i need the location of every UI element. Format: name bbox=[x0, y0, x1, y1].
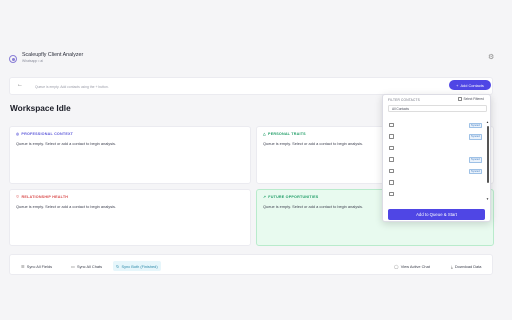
list-item[interactable]: Synced bbox=[387, 121, 482, 129]
sync-all-chats-label: Sync All Chats bbox=[76, 263, 103, 269]
add-contacts-button[interactable]: + Add Contacts bbox=[449, 80, 491, 90]
add-contacts-label: Add Contacts bbox=[460, 82, 484, 88]
select-filtered-toggle[interactable]: Select Filtered bbox=[458, 97, 484, 101]
view-active-chat-label: View Active Chat bbox=[400, 263, 430, 269]
target-icon: ◎ bbox=[16, 132, 20, 136]
add-to-queue-button[interactable]: Add to Queue & Start bbox=[388, 209, 485, 220]
download-icon: ⤓ bbox=[451, 263, 453, 269]
contact-list: Synced Synced Synced Synced bbox=[387, 121, 482, 201]
queue-input[interactable] bbox=[35, 81, 395, 92]
contact-checkbox[interactable] bbox=[389, 168, 394, 173]
queue-bar: ← bbox=[9, 77, 493, 95]
card-title-text: PROFESSIONAL CONTEXT bbox=[21, 132, 74, 136]
scroll-down-icon[interactable]: ▼ bbox=[486, 198, 489, 201]
download-data-button[interactable]: ⤓ Download Data bbox=[448, 261, 484, 271]
list-item[interactable]: Synced bbox=[387, 167, 482, 175]
relationship-health-card: ♡ RELATIONSHIP HEALTH Queue is empty. Se… bbox=[9, 189, 251, 246]
professional-context-card: ◎ PROFESSIONAL CONTEXT Queue is empty. S… bbox=[9, 126, 251, 184]
card-title: ↗ FUTURE OPPORTUNITIES bbox=[263, 195, 318, 199]
contact-checkbox[interactable] bbox=[389, 191, 394, 196]
card-body: Queue is empty. Select or add a contact … bbox=[263, 141, 364, 146]
sync-all-chats-button[interactable]: ▭ Sync All Chats bbox=[68, 261, 105, 271]
list-item[interactable] bbox=[387, 179, 482, 187]
action-footer: ☰ Sync All Fields ▭ Sync All Chats ↻ Syn… bbox=[9, 254, 493, 275]
refresh-icon: ↻ bbox=[116, 263, 120, 269]
heart-icon: ♡ bbox=[16, 195, 20, 199]
synced-badge: Synced bbox=[469, 168, 482, 175]
sync-all-fields-label: Sync All Fields bbox=[26, 263, 53, 269]
card-body: Queue is empty. Select or add a contact … bbox=[16, 141, 117, 146]
app-subtitle: Whatsapp • ai bbox=[22, 59, 43, 63]
card-title-text: RELATIONSHIP HEALTH bbox=[21, 195, 69, 199]
card-body: Queue is empty. Select or add a contact … bbox=[16, 204, 117, 209]
select-filtered-checkbox[interactable] bbox=[458, 97, 462, 101]
sliders-icon: ☰ bbox=[21, 263, 25, 269]
synced-badge: Synced bbox=[469, 134, 482, 140]
sync-all-fields-button[interactable]: ☰ Sync All Fields bbox=[18, 261, 55, 271]
view-active-chat-button[interactable]: ◯ View Active Chat bbox=[391, 261, 433, 271]
filter-contacts-label: FILTER CONTACTS bbox=[388, 98, 420, 102]
chat-icon: ▭ bbox=[71, 263, 75, 269]
back-arrow-icon[interactable]: ← bbox=[17, 82, 23, 88]
contact-checkbox[interactable] bbox=[389, 134, 394, 139]
scroll-up-icon[interactable]: ▲ bbox=[486, 121, 489, 124]
contact-checkbox[interactable] bbox=[389, 180, 394, 185]
contact-checkbox[interactable] bbox=[389, 157, 394, 162]
chat-bubble-icon: ◯ bbox=[394, 263, 399, 269]
list-item[interactable]: Synced bbox=[387, 156, 482, 164]
list-item[interactable] bbox=[387, 190, 482, 198]
triangle-icon: △ bbox=[263, 132, 267, 136]
contact-checkbox[interactable] bbox=[389, 122, 394, 127]
synced-badge: Synced bbox=[469, 157, 482, 163]
contacts-dropdown: FILTER CONTACTS Select Filtered All Cont… bbox=[382, 94, 491, 222]
filter-select[interactable]: All Contacts bbox=[388, 105, 487, 112]
scrollbar-thumb[interactable] bbox=[486, 126, 489, 183]
card-title-text: FUTURE OPPORTUNITIES bbox=[268, 195, 319, 199]
card-title: △ PERSONAL TRAITS bbox=[263, 132, 306, 136]
page-title: Workspace Idle bbox=[10, 103, 71, 113]
app-title: Scaleupfly Client Analyzer bbox=[22, 52, 84, 58]
card-title: ♡ RELATIONSHIP HEALTH bbox=[16, 195, 68, 199]
select-filtered-label: Select Filtered bbox=[463, 97, 484, 101]
trend-up-icon: ↗ bbox=[263, 195, 267, 199]
app-header: Scaleupfly Client Analyzer Whatsapp • ai… bbox=[0, 48, 512, 70]
list-scrollbar[interactable]: ▲ ▼ bbox=[486, 121, 489, 201]
sync-both-label: Sync Both (Finished) bbox=[121, 263, 158, 269]
list-item[interactable] bbox=[387, 144, 482, 152]
card-title: ◎ PROFESSIONAL CONTEXT bbox=[16, 132, 73, 136]
synced-badge: Synced bbox=[469, 122, 482, 129]
list-item[interactable]: Synced bbox=[387, 133, 482, 141]
card-title-text: PERSONAL TRAITS bbox=[268, 132, 306, 136]
card-body: Queue is empty. Select or add a contact … bbox=[263, 204, 364, 209]
download-data-label: Download Data bbox=[454, 263, 482, 269]
contact-checkbox[interactable] bbox=[389, 145, 394, 150]
app-window: Scaleupfly Client Analyzer Whatsapp • ai… bbox=[0, 0, 512, 320]
gear-icon[interactable]: ⚙ bbox=[488, 54, 494, 61]
plus-icon: + bbox=[456, 82, 459, 88]
sync-both-button[interactable]: ↻ Sync Both (Finished) bbox=[113, 261, 161, 271]
logo-icon bbox=[9, 55, 17, 63]
